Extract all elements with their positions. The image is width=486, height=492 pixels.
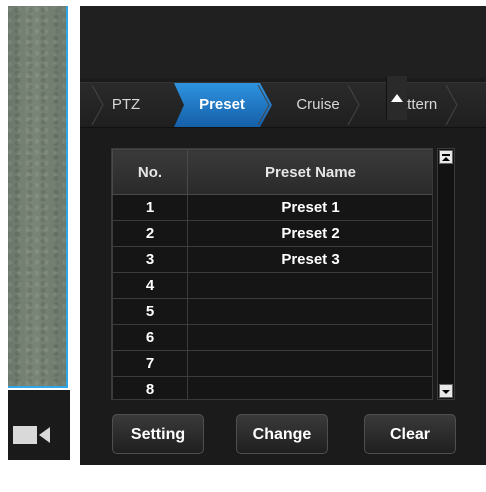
preset-name [187,272,432,299]
tab-preset[interactable]: Preset [176,83,268,127]
tab-separator [257,84,270,126]
table-row[interactable]: 1 Preset 1 [112,194,432,221]
table-row[interactable]: 4 [112,272,432,299]
preset-name [187,350,432,377]
table-row[interactable]: 7 [112,350,432,377]
tab-ptz[interactable]: PTZ [102,83,150,127]
column-header-preset-name: Preset Name [187,149,432,195]
preset-name: Preset 3 [187,246,432,273]
preset-number: 7 [112,350,188,377]
clear-button[interactable]: Clear [364,414,456,454]
table-row[interactable]: 8 [112,376,432,399]
preset-number: 8 [112,376,188,399]
tab-separator [347,84,360,126]
tab-ptz-label: PTZ [111,96,141,113]
video-camera-icon[interactable] [12,424,52,446]
preset-name [187,376,432,399]
tab-preset-label: Preset [199,96,245,113]
preset-number: 5 [112,298,188,325]
panel-header-area [80,6,486,78]
preset-number: 4 [112,272,188,299]
preset-name: Preset 1 [187,194,432,221]
scroll-down-glyph [442,390,450,394]
setting-button[interactable]: Setting [112,414,204,454]
tab-separator [445,84,458,126]
table-row[interactable]: 3 Preset 3 [112,246,432,273]
preset-name [187,324,432,351]
table-scrollbar[interactable] [437,148,455,400]
tab-cruise-label: Cruise [296,96,340,113]
scroll-down-arrow-icon[interactable] [439,384,453,398]
preset-name [187,298,432,325]
preset-number: 1 [112,194,188,221]
change-to-button[interactable]: Change to [236,414,328,481]
preset-number: 6 [112,324,188,351]
table-row[interactable]: 5 [112,298,432,325]
triangle-up-icon [391,94,403,102]
table-row[interactable]: 2 Preset 2 [112,220,432,247]
scroll-up-glyph [442,154,450,161]
preset-table: No. Preset Name 1 Preset 1 2 Preset 2 3 … [111,148,433,400]
preset-number: 2 [112,220,188,247]
preset-name: Preset 2 [187,220,432,247]
table-header-row: No. Preset Name [112,149,432,195]
tab-bar: PTZ Preset Cruise Pattern [80,82,486,128]
scroll-up-arrow-icon[interactable] [439,150,453,164]
tab-separator [91,84,104,126]
table-row[interactable]: 6 [112,324,432,351]
tab-scroll-button[interactable] [386,76,407,120]
preset-number: 3 [112,246,188,273]
column-header-no: No. [112,149,188,195]
video-preview [8,6,68,388]
